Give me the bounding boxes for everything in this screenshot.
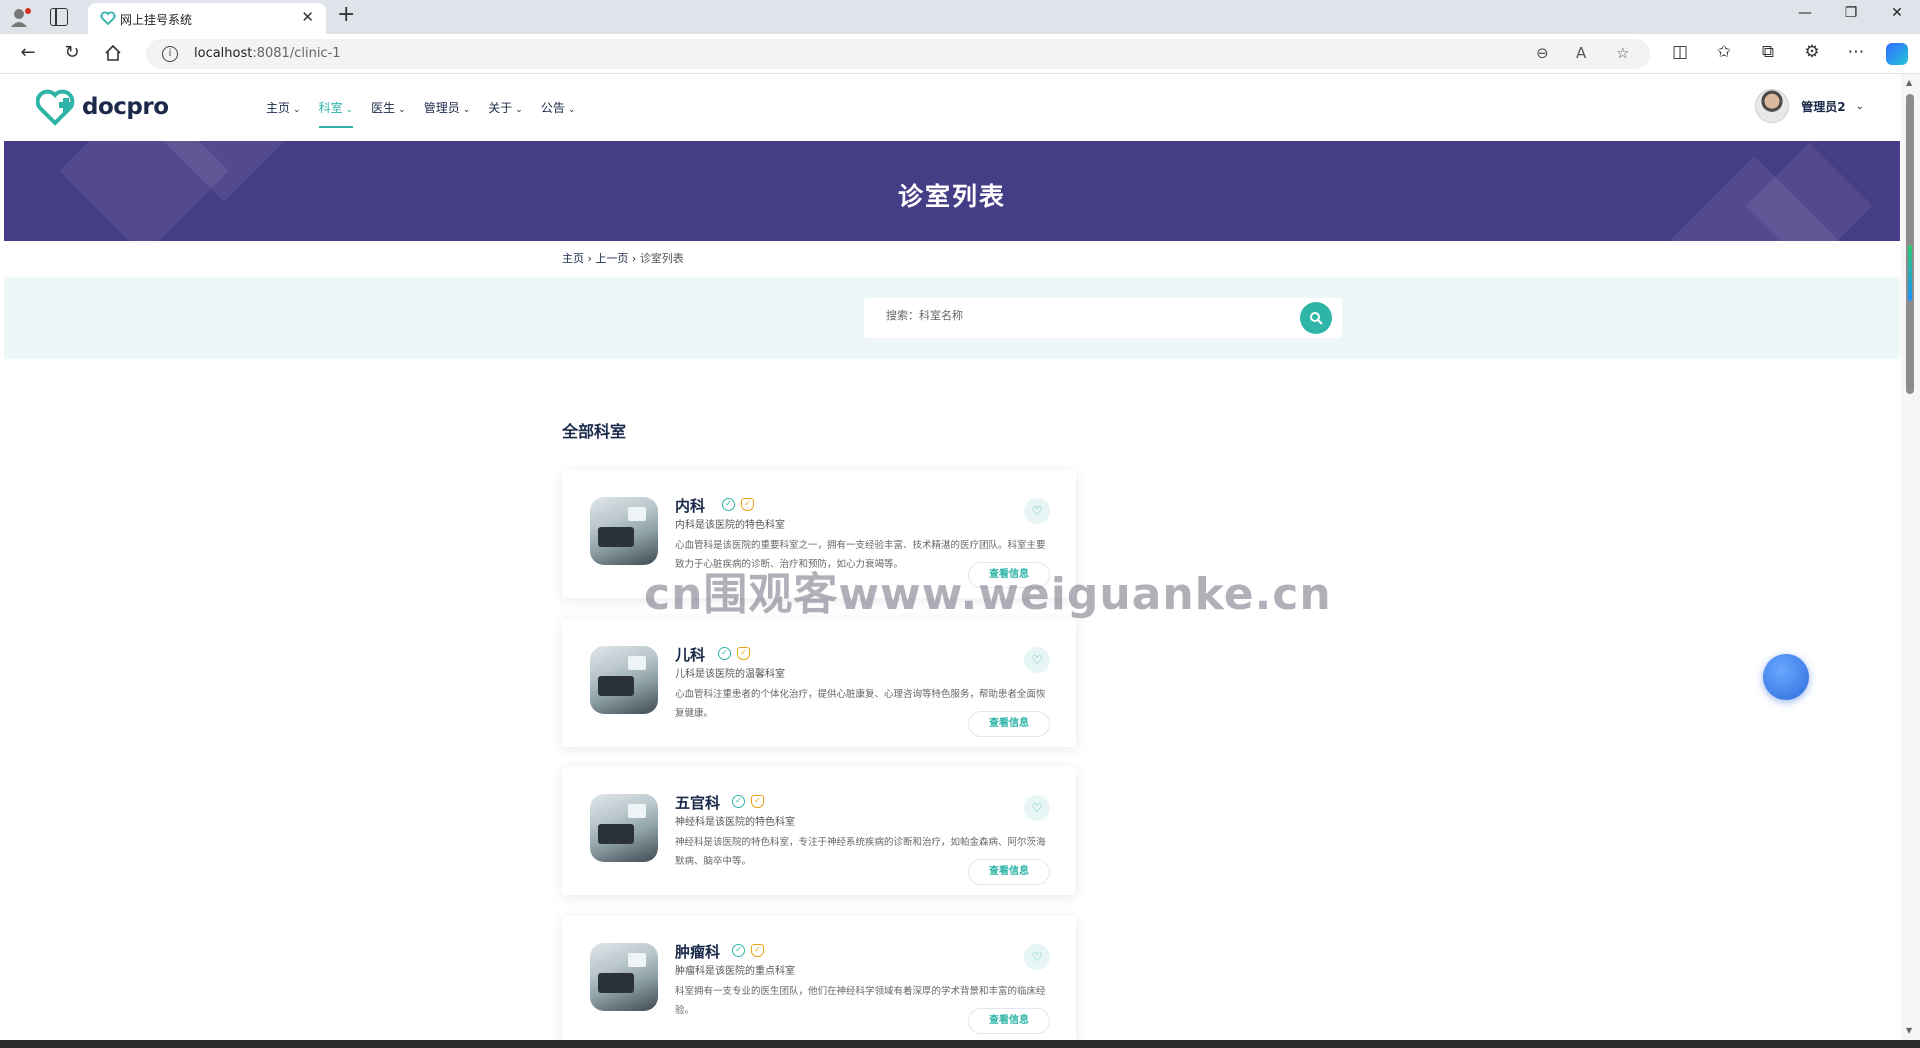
avatar[interactable] bbox=[1755, 89, 1790, 123]
department-card: 肿瘤科 ✓ ✓ 肿瘤科是该医院的重点科室 科室拥有一支专业的医生团队，他们在神经… bbox=[562, 916, 1076, 1040]
user-menu[interactable]: 管理员2 ⌄ bbox=[1755, 89, 1864, 123]
department-card: 五官科 ✓ ✓ 神经科是该医院的特色科室 神经科是该医院的特色科室，专注于神经系… bbox=[562, 767, 1076, 895]
view-info-button[interactable]: 查看信息 bbox=[968, 859, 1050, 885]
department-badges: ✓ ✓ bbox=[722, 498, 754, 511]
back-arrow-icon[interactable]: ← bbox=[16, 42, 40, 63]
shield-check-icon: ✓ bbox=[737, 647, 750, 660]
breadcrumb: 主页 › 上一页 › 诊室列表 bbox=[562, 250, 684, 266]
department-name[interactable]: 内科 bbox=[675, 495, 705, 516]
copilot-icon[interactable] bbox=[1886, 43, 1908, 65]
zoom-icon[interactable]: ⊖ bbox=[1536, 44, 1549, 62]
scrollbar-thumb[interactable] bbox=[1906, 94, 1914, 394]
search-box bbox=[864, 298, 1342, 338]
heart-icon[interactable]: ♡ bbox=[1024, 498, 1050, 524]
breadcrumb-home[interactable]: 主页 bbox=[562, 252, 584, 265]
page-banner: 诊室列表 bbox=[4, 141, 1900, 241]
search-input[interactable] bbox=[886, 309, 1266, 322]
department-name[interactable]: 儿科 bbox=[675, 644, 705, 665]
department-badges: ✓ ✓ bbox=[732, 944, 764, 957]
shield-check-icon: ✓ bbox=[751, 795, 764, 808]
department-subtitle: 神经科是该医院的特色科室 bbox=[675, 817, 795, 828]
heart-icon[interactable]: ♡ bbox=[1024, 944, 1050, 970]
view-info-button[interactable]: 查看信息 bbox=[968, 711, 1050, 737]
department-subtitle: 内科是该医院的特色科室 bbox=[675, 520, 785, 531]
heart-icon[interactable]: ♡ bbox=[1024, 647, 1050, 673]
department-image bbox=[590, 646, 658, 714]
address-bar[interactable]: i localhost:8081/clinic-1 ⊖ A ☆ bbox=[146, 39, 1650, 69]
site-logo[interactable]: docpro bbox=[36, 88, 169, 126]
page-title: 诊室列表 bbox=[897, 182, 1006, 211]
split-screen-icon[interactable]: ◫ bbox=[1668, 42, 1692, 62]
os-taskbar bbox=[0, 1040, 1920, 1048]
side-indicator bbox=[1908, 245, 1912, 301]
nav-item-notices[interactable]: 公告 ⌄ bbox=[541, 99, 576, 128]
nav-item-about[interactable]: 关于 ⌄ bbox=[488, 99, 523, 128]
nav-item-admin[interactable]: 管理员 ⌄ bbox=[424, 99, 471, 128]
page-scrollbar[interactable]: ▲ ▼ bbox=[1901, 74, 1920, 1040]
site-header: docpro 主页 ⌄ 科室 ⌄ 医生 ⌄ 管理员 ⌄ 关于 ⌄ 公告 ⌄ 管理员2 ⌄ bbox=[4, 74, 1900, 141]
breadcrumb-prev[interactable]: 上一页 bbox=[595, 252, 628, 265]
department-subtitle: 肿瘤科是该医院的重点科室 bbox=[675, 966, 795, 977]
tab-actions-icon[interactable] bbox=[50, 8, 68, 26]
section-title: 全部科室 bbox=[562, 422, 627, 441]
refresh-icon[interactable]: ↻ bbox=[60, 42, 84, 63]
profile-icon[interactable] bbox=[10, 7, 32, 27]
site-info-icon[interactable]: i bbox=[162, 46, 178, 62]
verified-check-icon: ✓ bbox=[718, 647, 731, 660]
new-tab-button[interactable]: + bbox=[337, 2, 355, 27]
department-subtitle: 儿科是该医院的温馨科室 bbox=[675, 669, 785, 680]
view-info-button[interactable]: 查看信息 bbox=[968, 1008, 1050, 1034]
shield-check-icon: ✓ bbox=[751, 944, 764, 957]
scroll-down-arrow-icon[interactable]: ▼ bbox=[1906, 1026, 1912, 1035]
breadcrumb-current: 诊室列表 bbox=[639, 252, 684, 265]
search-icon bbox=[1310, 312, 1323, 325]
extensions-icon[interactable]: ⚙ bbox=[1800, 42, 1824, 62]
close-tab-icon[interactable]: ✕ bbox=[301, 8, 314, 26]
heart-icon[interactable]: ♡ bbox=[1024, 795, 1050, 821]
address-toolbar: ← ↻ i localhost:8081/clinic-1 ⊖ A ☆ ◫ ✩ … bbox=[0, 34, 1920, 74]
department-name[interactable]: 五官科 bbox=[675, 792, 720, 813]
department-image bbox=[590, 943, 658, 1011]
chevron-down-icon[interactable]: ⌄ bbox=[1856, 101, 1864, 112]
verified-check-icon: ✓ bbox=[732, 795, 745, 808]
breadcrumb-separator: › bbox=[587, 252, 592, 265]
department-badges: ✓ ✓ bbox=[732, 795, 764, 808]
site-favicon-icon bbox=[100, 11, 116, 25]
scroll-up-arrow-icon[interactable]: ▲ bbox=[1906, 78, 1912, 87]
home-icon[interactable] bbox=[104, 44, 122, 62]
nav-item-departments[interactable]: 科室 ⌄ bbox=[318, 99, 354, 128]
favorite-star-icon[interactable]: ☆ bbox=[1616, 44, 1629, 62]
read-aloud-icon[interactable]: A bbox=[1576, 44, 1586, 62]
web-page: docpro 主页 ⌄ 科室 ⌄ 医生 ⌄ 管理员 ⌄ 关于 ⌄ 公告 ⌄ 管理员2 ⌄ 诊… bbox=[4, 74, 1900, 1040]
department-name[interactable]: 肿瘤科 bbox=[675, 941, 720, 962]
heart-cross-logo-icon bbox=[36, 89, 75, 126]
url-text[interactable]: localhost:8081/clinic-1 bbox=[194, 46, 341, 61]
floating-assistant-button[interactable] bbox=[1763, 654, 1809, 700]
verified-check-icon: ✓ bbox=[722, 498, 735, 511]
department-image bbox=[590, 794, 658, 862]
search-button[interactable] bbox=[1300, 302, 1332, 334]
more-menu-icon[interactable]: ⋯ bbox=[1844, 42, 1868, 62]
department-card: 儿科 ✓ ✓ 儿科是该医院的温馨科室 心血管科注重患者的个体化治疗，提供心脏康复… bbox=[562, 619, 1076, 747]
watermark: cn围观客www.weiguanke.cn bbox=[644, 569, 1332, 620]
breadcrumb-separator: › bbox=[631, 252, 637, 265]
close-window-button[interactable]: ✕ bbox=[1874, 5, 1920, 21]
browser-tab-strip: 网上挂号系统 ✕ + — ❐ ✕ bbox=[0, 0, 1920, 34]
tab-title: 网上挂号系统 bbox=[120, 13, 193, 27]
main-nav: 主页 ⌄ 科室 ⌄ 医生 ⌄ 管理员 ⌄ 关于 ⌄ 公告 ⌄ bbox=[266, 99, 593, 128]
collections-icon[interactable]: ⧉ bbox=[1756, 42, 1780, 62]
department-image bbox=[590, 497, 658, 565]
nav-item-home[interactable]: 主页 ⌄ bbox=[266, 99, 301, 128]
favorites-icon[interactable]: ✩ bbox=[1712, 42, 1736, 62]
department-badges: ✓ ✓ bbox=[718, 647, 750, 660]
browser-tab-active[interactable]: 网上挂号系统 ✕ bbox=[88, 3, 326, 34]
minimize-button[interactable]: — bbox=[1782, 5, 1828, 21]
verified-check-icon: ✓ bbox=[732, 944, 745, 957]
nav-item-doctors[interactable]: 医生 ⌄ bbox=[371, 99, 406, 128]
restore-button[interactable]: ❐ bbox=[1828, 5, 1874, 21]
search-section bbox=[4, 277, 1900, 359]
shield-check-icon: ✓ bbox=[741, 498, 754, 511]
logo-text: docpro bbox=[82, 94, 169, 120]
user-name: 管理员2 bbox=[1801, 99, 1846, 114]
